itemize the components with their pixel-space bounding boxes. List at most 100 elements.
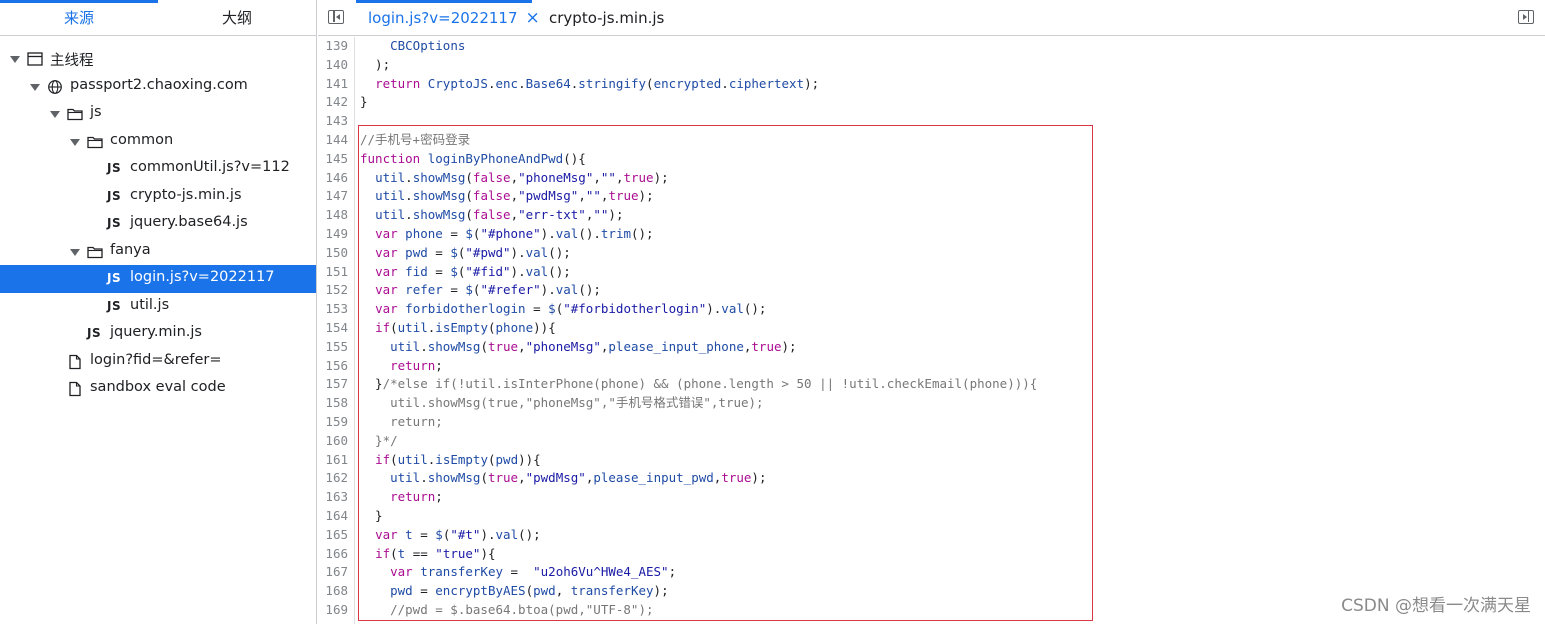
code-line: if(util.isEmpty(phone)){ xyxy=(360,319,556,338)
toggle-debugger-icon[interactable] xyxy=(1518,10,1534,24)
code-line: return; xyxy=(360,488,443,507)
code-token: pwd xyxy=(533,583,556,599)
editor-tab-label: crypto-js.min.js xyxy=(549,8,665,27)
tree-item[interactable]: common xyxy=(0,128,316,156)
line-number[interactable]: 147 xyxy=(325,187,348,206)
code-token: val xyxy=(495,526,519,542)
code-token: loginByPhoneAndPwd xyxy=(427,150,564,166)
code-token: "u2oh6Vu^HWe4_AES" xyxy=(533,564,669,580)
code-token: pwd xyxy=(405,244,428,260)
tree-item[interactable]: JS util.js xyxy=(0,293,316,321)
line-number[interactable]: 145 xyxy=(325,150,348,169)
code-token: (); xyxy=(743,301,767,317)
line-number[interactable]: 162 xyxy=(325,469,348,488)
js-file-icon: JS xyxy=(107,216,122,230)
tree-item[interactable]: login?fid=&refer= xyxy=(0,348,316,376)
code-token: "#fid" xyxy=(465,263,511,279)
tree-item[interactable]: passport2.chaoxing.com xyxy=(0,73,316,101)
code-token: false xyxy=(472,169,511,185)
tree-item-label: common xyxy=(110,131,174,148)
tree-item[interactable]: JS commonUtil.js?v=112 xyxy=(0,155,316,183)
tree-item-label: jquery.base64.js xyxy=(130,214,248,230)
line-number[interactable]: 156 xyxy=(325,357,348,376)
code-token: fid xyxy=(405,263,428,279)
toggle-navigator-icon[interactable] xyxy=(328,10,344,24)
tree-item-label: jquery.min.js xyxy=(110,324,202,340)
tree-item-label: util.js xyxy=(130,296,170,313)
line-number[interactable]: 166 xyxy=(325,545,348,564)
code-token: ciphertext xyxy=(728,75,805,91)
tree-item[interactable]: fanya xyxy=(0,238,316,266)
line-number[interactable]: 140 xyxy=(325,56,348,75)
line-number[interactable]: 157 xyxy=(325,375,348,394)
line-number[interactable]: 152 xyxy=(325,281,348,300)
code-token: showMsg xyxy=(427,338,481,354)
code-token: phone xyxy=(495,320,534,335)
tree-item[interactable]: sandbox eval code xyxy=(0,375,316,403)
line-number[interactable]: 163 xyxy=(325,488,348,507)
line-number[interactable]: 168 xyxy=(325,582,348,601)
line-number[interactable]: 169 xyxy=(325,601,348,620)
tree-item[interactable]: JS jquery.base64.js xyxy=(0,210,316,238)
code-token: /*else if(!util.isInterPhone(phone) && (… xyxy=(382,376,1038,392)
code-token: = xyxy=(442,282,466,298)
expand-arrow-icon[interactable] xyxy=(70,248,80,256)
code-token: , xyxy=(510,169,519,185)
line-number[interactable]: 150 xyxy=(325,244,348,263)
expand-arrow-icon[interactable] xyxy=(10,56,20,63)
tree-item[interactable]: JS jquery.min.js xyxy=(0,320,316,348)
line-number[interactable]: 144 xyxy=(325,131,348,150)
tree-item[interactable]: JS login.js?v=2022117 xyxy=(0,265,316,293)
close-icon[interactable]: × xyxy=(526,8,540,28)
watermark: CSDN @想看一次满天星 xyxy=(1341,596,1531,616)
line-number[interactable]: 149 xyxy=(325,225,348,244)
line-number[interactable]: 143 xyxy=(325,112,348,131)
line-number[interactable]: 146 xyxy=(325,169,348,188)
code-token: ); xyxy=(360,56,391,72)
line-number[interactable]: 139 xyxy=(325,37,348,56)
line-number[interactable]: 154 xyxy=(325,319,348,338)
tree-item[interactable]: JS crypto-js.min.js xyxy=(0,183,316,211)
code-token: CryptoJS xyxy=(427,75,488,91)
code-token: . xyxy=(405,207,413,223)
line-number[interactable]: 165 xyxy=(325,526,348,545)
line-number[interactable]: 159 xyxy=(325,413,348,432)
line-number[interactable]: 161 xyxy=(325,451,348,470)
line-number[interactable]: 164 xyxy=(325,507,348,526)
code-token: var xyxy=(375,226,398,241)
line-number[interactable]: 142 xyxy=(325,93,348,112)
tree-item[interactable]: 主线程 xyxy=(0,45,316,73)
expand-arrow-icon[interactable] xyxy=(70,138,80,146)
code-line: if(util.isEmpty(pwd)){ xyxy=(360,451,541,470)
expand-arrow-icon[interactable] xyxy=(30,83,40,91)
editor-tab-login-js[interactable]: login.js?v=2022117 × xyxy=(368,0,540,35)
line-number[interactable]: 167 xyxy=(325,563,348,582)
tab-sources[interactable]: 来源 xyxy=(0,0,158,35)
line-number[interactable]: 141 xyxy=(325,75,348,94)
globe-icon xyxy=(48,79,62,94)
line-number[interactable]: 148 xyxy=(325,206,348,225)
code-view[interactable]: 139 140 141 142 143 144 145 146 147 148 149 150 151 1… xyxy=(318,37,1545,624)
line-number[interactable]: 151 xyxy=(325,263,348,282)
line-number[interactable]: 153 xyxy=(325,300,348,319)
line-number[interactable]: 155 xyxy=(325,338,348,357)
tree-item[interactable]: js xyxy=(0,100,316,128)
editor-tab-crypto-js[interactable]: crypto-js.min.js xyxy=(549,0,664,35)
editor-tab-label: login.js?v=2022117 xyxy=(368,8,518,27)
code-token: true xyxy=(623,169,654,185)
code-token: ; xyxy=(435,489,443,505)
tab-outline[interactable]: 大纲 xyxy=(158,0,316,35)
code-token: ( xyxy=(390,320,398,335)
expand-arrow-icon[interactable] xyxy=(50,111,60,118)
code-token: ); xyxy=(653,583,669,599)
line-number[interactable]: 158 xyxy=(325,394,348,413)
code-token: var xyxy=(375,301,398,317)
line-number[interactable]: 160 xyxy=(325,432,348,451)
